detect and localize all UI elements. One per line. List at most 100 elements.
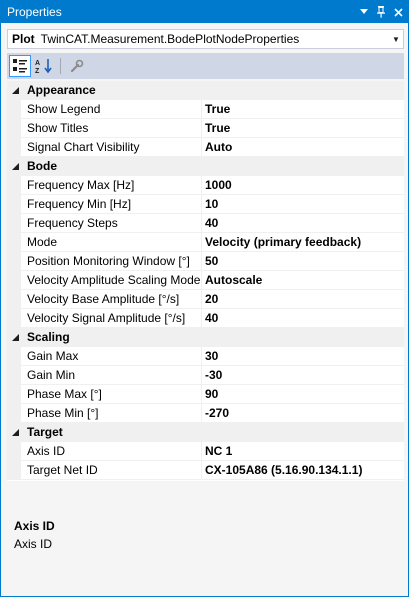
- property-name[interactable]: Frequency Steps: [21, 214, 202, 233]
- property-value[interactable]: 40: [202, 214, 404, 233]
- property-name[interactable]: Gain Min: [21, 366, 202, 385]
- collapse-icon[interactable]: [10, 427, 21, 438]
- property-value[interactable]: True: [202, 100, 404, 119]
- property-value[interactable]: Autoscale: [202, 271, 404, 290]
- row-gutter: [7, 385, 21, 404]
- property-row[interactable]: Frequency Steps 40: [7, 214, 404, 233]
- category-row[interactable]: Scaling: [7, 328, 404, 347]
- categorized-button[interactable]: [9, 55, 31, 77]
- categorized-icon: [13, 59, 27, 73]
- collapse-icon[interactable]: [10, 85, 21, 96]
- pin-icon[interactable]: [374, 4, 388, 20]
- row-gutter: [7, 100, 21, 119]
- row-gutter: [7, 176, 21, 195]
- row-gutter: [7, 214, 21, 233]
- row-gutter: [7, 404, 21, 423]
- close-icon[interactable]: [391, 4, 405, 20]
- row-gutter: [7, 461, 21, 480]
- svg-text:A: A: [35, 60, 40, 67]
- property-name[interactable]: Position Monitoring Window [°]: [21, 252, 202, 271]
- property-row[interactable]: Frequency Max [Hz] 1000: [7, 176, 404, 195]
- property-name[interactable]: Gain Max: [21, 347, 202, 366]
- property-row[interactable]: Signal Chart Visibility Auto: [7, 138, 404, 157]
- property-row[interactable]: Position Monitoring Window [°] 50: [7, 252, 404, 271]
- property-value[interactable]: 30: [202, 347, 404, 366]
- property-row[interactable]: Show Titles True: [7, 119, 404, 138]
- row-gutter: [7, 271, 21, 290]
- alphabetical-icon: A Z: [35, 59, 52, 74]
- category-label: Bode: [27, 159, 57, 173]
- property-row[interactable]: Gain Max 30: [7, 347, 404, 366]
- category-row[interactable]: Appearance: [7, 81, 404, 100]
- property-value[interactable]: Velocity (primary feedback): [202, 233, 404, 252]
- properties-window: Properties Plot TwinCAT.Measurement.Bode…: [0, 0, 409, 597]
- property-name[interactable]: Velocity Base Amplitude [°/s]: [21, 290, 202, 309]
- description-title: Axis ID: [14, 519, 55, 533]
- property-value[interactable]: 50: [202, 252, 404, 271]
- property-row[interactable]: Velocity Signal Amplitude [°/s] 40: [7, 309, 404, 328]
- chevron-down-icon[interactable]: ▼: [389, 35, 403, 44]
- category-label: Appearance: [27, 83, 96, 97]
- property-row[interactable]: Velocity Amplitude Scaling Mode Autoscale: [7, 271, 404, 290]
- description-splitter[interactable]: [7, 481, 404, 513]
- row-gutter: [7, 252, 21, 271]
- property-name[interactable]: Mode: [21, 233, 202, 252]
- property-name[interactable]: Velocity Amplitude Scaling Mode: [21, 271, 202, 290]
- property-value[interactable]: True: [202, 119, 404, 138]
- alphabetical-button[interactable]: A Z: [33, 55, 55, 77]
- property-name[interactable]: Show Legend: [21, 100, 202, 119]
- collapse-icon[interactable]: [10, 332, 21, 343]
- property-value[interactable]: -30: [202, 366, 404, 385]
- property-grid: Appearance Show Legend True Show Titles True…: [7, 81, 404, 481]
- property-value[interactable]: CX-105A86 (5.16.90.134.1.1): [202, 461, 404, 480]
- row-gutter: [7, 347, 21, 366]
- property-row[interactable]: Phase Min [°] -270: [7, 404, 404, 423]
- object-name: Plot: [12, 32, 35, 46]
- row-gutter: [7, 233, 21, 252]
- property-name[interactable]: Axis ID: [21, 442, 202, 461]
- description-pane: Axis ID Axis ID: [7, 513, 404, 592]
- property-row[interactable]: Target Net ID CX-105A86 (5.16.90.134.1.1): [7, 461, 404, 480]
- collapse-icon[interactable]: [10, 161, 21, 172]
- row-gutter: [7, 309, 21, 328]
- property-name[interactable]: Velocity Signal Amplitude [°/s]: [21, 309, 202, 328]
- property-value[interactable]: 40: [202, 309, 404, 328]
- property-name[interactable]: Show Titles: [21, 119, 202, 138]
- property-value[interactable]: 90: [202, 385, 404, 404]
- row-gutter: [7, 442, 21, 461]
- property-name[interactable]: Frequency Max [Hz]: [21, 176, 202, 195]
- property-name[interactable]: Target Net ID: [21, 461, 202, 480]
- object-type: TwinCAT.Measurement.BodePlotNodeProperti…: [40, 32, 300, 46]
- property-row[interactable]: Velocity Base Amplitude [°/s] 20: [7, 290, 404, 309]
- property-pages-button[interactable]: [66, 55, 88, 77]
- category-row[interactable]: Bode: [7, 157, 404, 176]
- toolbar: A Z: [7, 53, 404, 79]
- wrench-icon: [70, 59, 84, 73]
- property-value[interactable]: NC 1: [202, 442, 404, 461]
- property-value[interactable]: Auto: [202, 138, 404, 157]
- property-row[interactable]: Frequency Min [Hz] 10: [7, 195, 404, 214]
- property-row[interactable]: Show Legend True: [7, 100, 404, 119]
- property-value[interactable]: 1000: [202, 176, 404, 195]
- row-gutter: [7, 290, 21, 309]
- property-row[interactable]: Gain Min -30: [7, 366, 404, 385]
- row-gutter: [7, 195, 21, 214]
- property-name[interactable]: Frequency Min [Hz]: [21, 195, 202, 214]
- dropdown-arrow-icon[interactable]: [357, 4, 371, 20]
- object-selector[interactable]: Plot TwinCAT.Measurement.BodePlotNodePro…: [7, 29, 404, 49]
- property-value[interactable]: 20: [202, 290, 404, 309]
- property-value[interactable]: 10: [202, 195, 404, 214]
- svg-text:Z: Z: [35, 68, 40, 74]
- category-row[interactable]: Target: [7, 423, 404, 442]
- property-row[interactable]: Mode Velocity (primary feedback): [7, 233, 404, 252]
- toolbar-separator: [60, 58, 61, 74]
- property-row[interactable]: Axis ID NC 1: [7, 442, 404, 461]
- title-bar: Properties: [1, 1, 408, 23]
- property-value[interactable]: -270: [202, 404, 404, 423]
- window-title: Properties: [7, 5, 62, 19]
- property-name[interactable]: Phase Max [°]: [21, 385, 202, 404]
- property-name[interactable]: Signal Chart Visibility: [21, 138, 202, 157]
- property-name[interactable]: Phase Min [°]: [21, 404, 202, 423]
- category-label: Target: [27, 425, 63, 439]
- property-row[interactable]: Phase Max [°] 90: [7, 385, 404, 404]
